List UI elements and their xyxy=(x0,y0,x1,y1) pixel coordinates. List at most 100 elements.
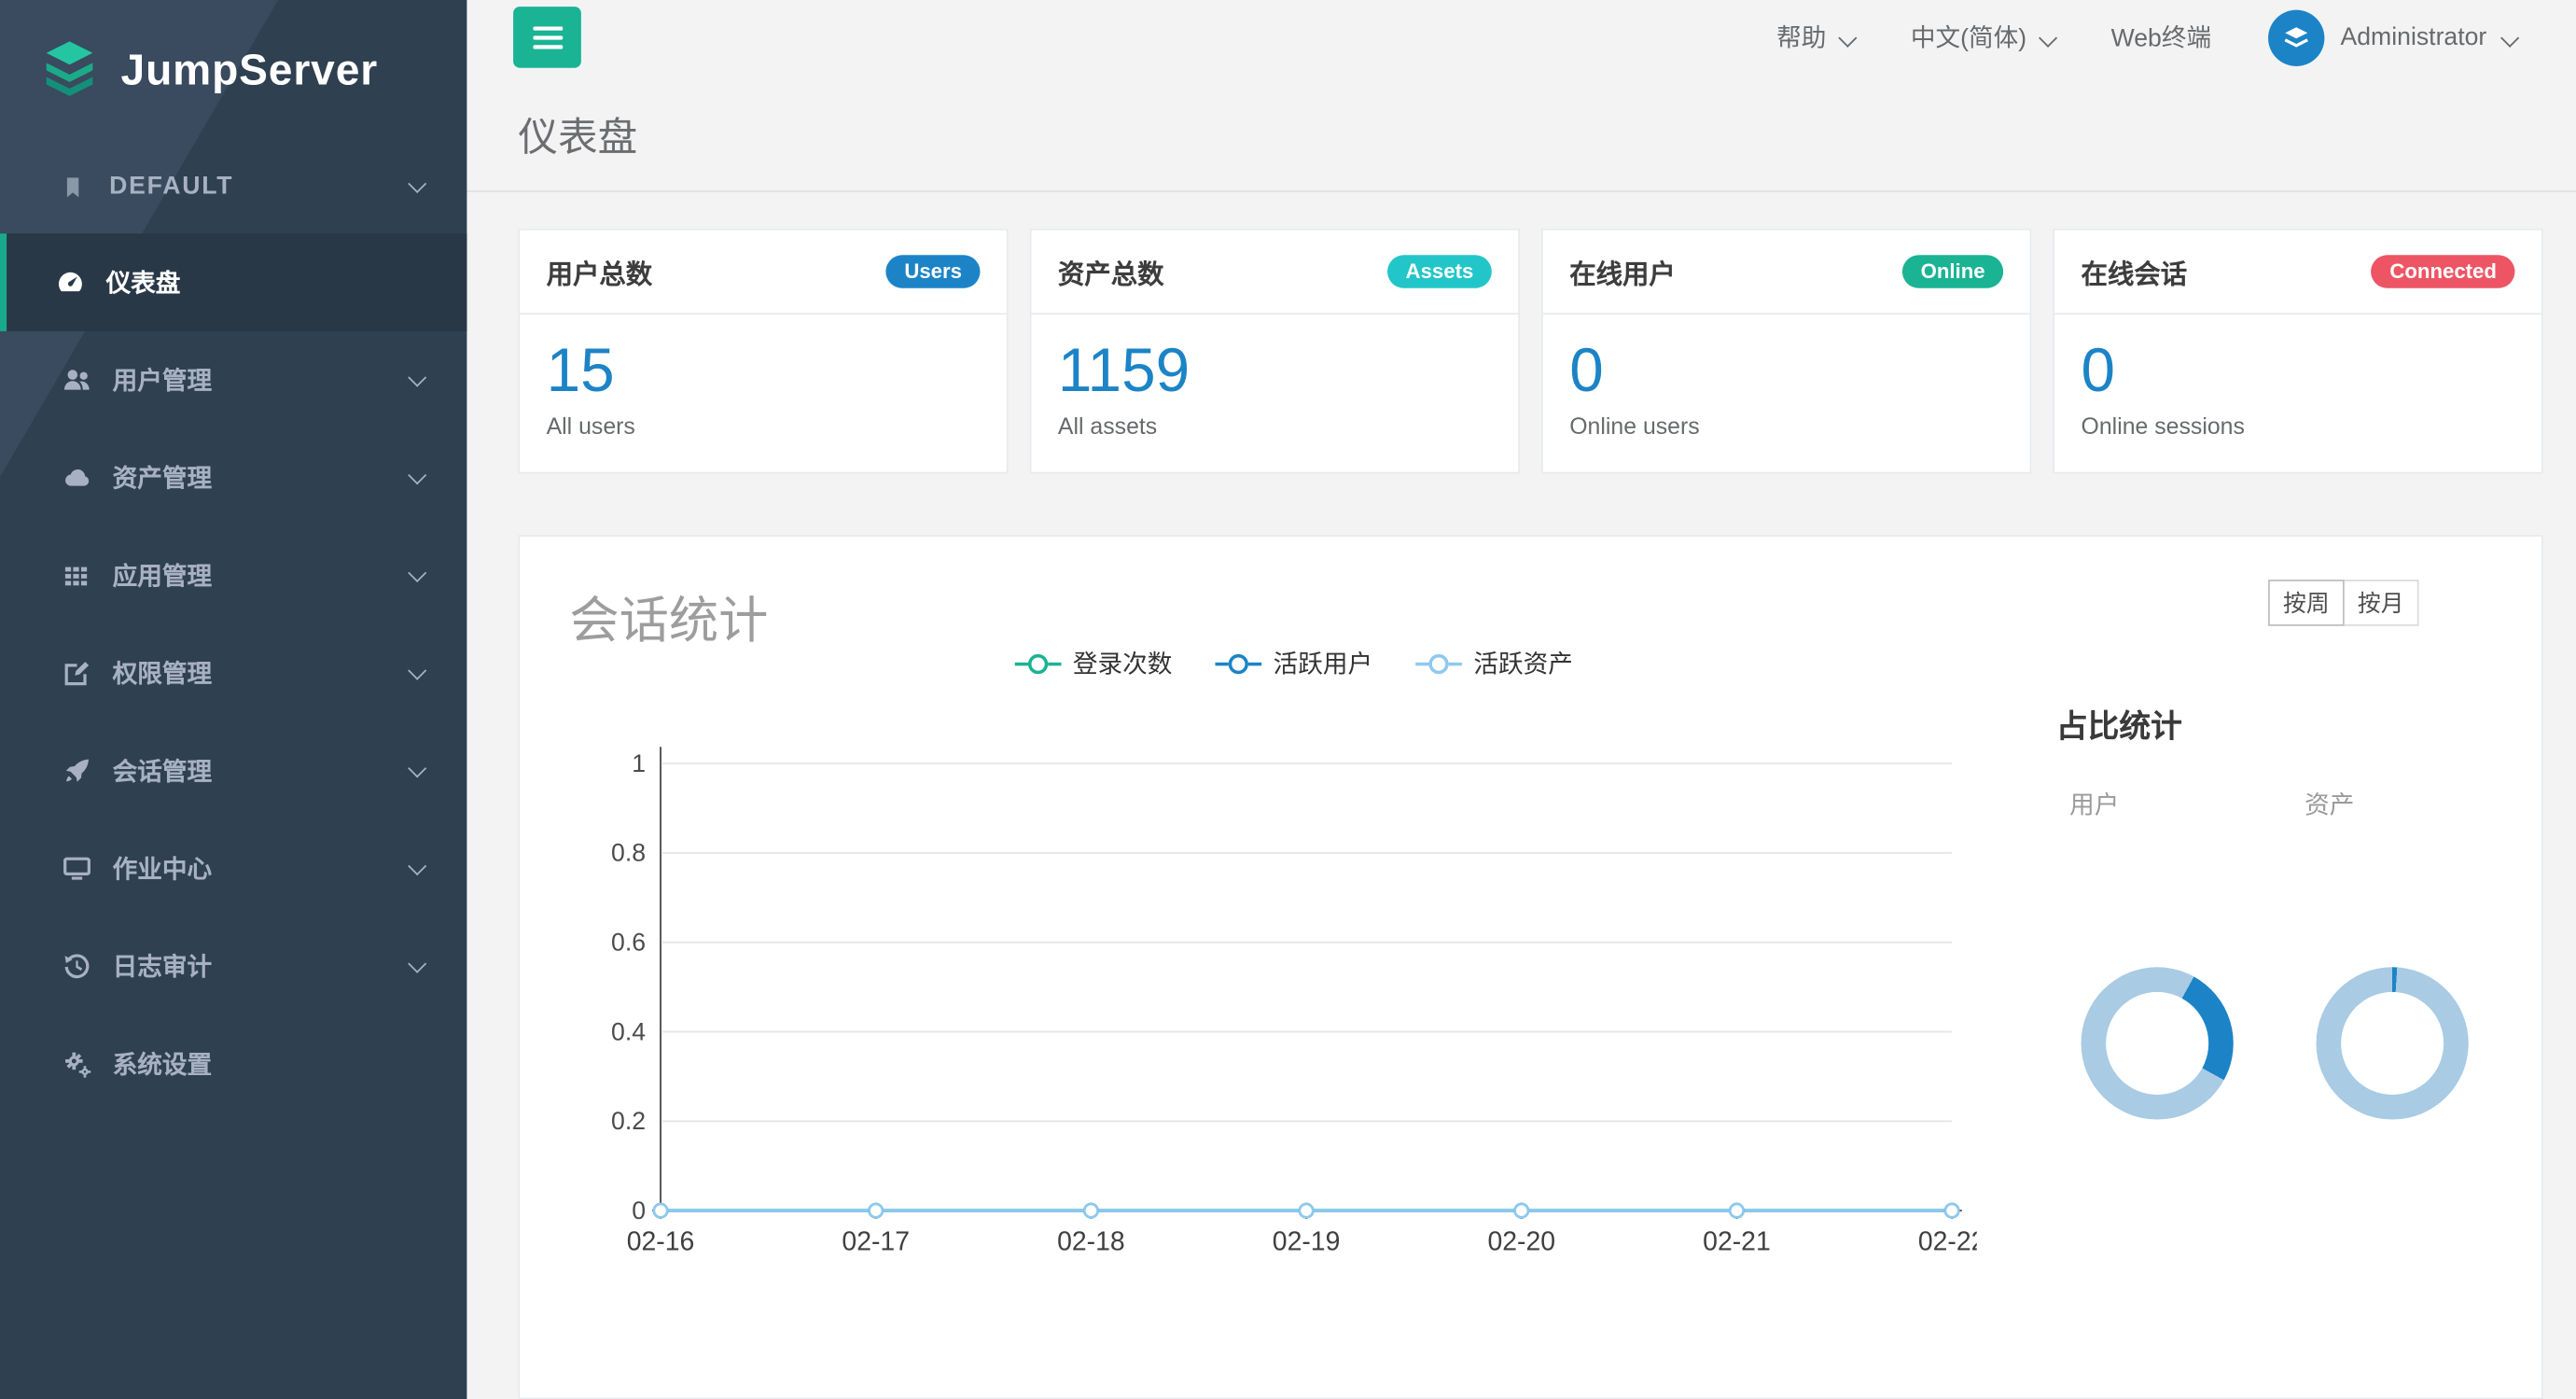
help-label: 帮助 xyxy=(1776,21,1826,55)
sidebar-item-label: 仪表盘 xyxy=(106,265,181,300)
stat-subtitle: Online users xyxy=(1569,413,2003,439)
stat-card-online-sessions[interactable]: 在线会话 Connected 0 Online sessions xyxy=(2053,229,2542,474)
svg-text:02-20: 02-20 xyxy=(1487,1227,1555,1257)
stat-subtitle: Online sessions xyxy=(2082,413,2515,439)
username-label: Administrator xyxy=(2341,24,2487,52)
session-line-chart: 00.20.40.60.8102-1602-1702-1802-1902-200… xyxy=(586,722,1977,1261)
bookmark-icon xyxy=(58,173,88,199)
legend-label: 活跃资产 xyxy=(1473,646,1572,680)
sidebar-item-applications[interactable]: 应用管理 xyxy=(0,526,466,624)
svg-text:0.2: 0.2 xyxy=(611,1107,646,1135)
cloud-icon xyxy=(62,464,91,492)
chevron-down-icon xyxy=(408,856,426,874)
sidebar-item-label: 会话管理 xyxy=(113,753,212,788)
org-selector[interactable]: DEFAULT xyxy=(0,139,466,233)
language-label: 中文(简体) xyxy=(1911,21,2026,55)
legend-item-active-users[interactable]: 活跃用户 xyxy=(1216,646,1373,680)
chevron-down-icon xyxy=(408,465,426,483)
stat-title: 资产总数 xyxy=(1058,252,1164,292)
help-menu[interactable]: 帮助 xyxy=(1776,21,1854,55)
sidebar-menu: 仪表盘 用户管理 xyxy=(0,233,466,1112)
legend-item-active-assets[interactable]: 活跃资产 xyxy=(1415,646,1573,680)
svg-text:02-22: 02-22 xyxy=(1918,1227,1977,1257)
sidebar-item-permissions[interactable]: 权限管理 xyxy=(0,624,466,722)
chevron-down-icon xyxy=(2500,29,2519,48)
ratio-col-users: 用户 xyxy=(2056,787,2291,1120)
stat-title: 用户总数 xyxy=(547,252,653,292)
legend-item-logins[interactable]: 登录次数 xyxy=(1015,646,1173,680)
sidebar-item-assets[interactable]: 资产管理 xyxy=(0,429,466,527)
user-menu[interactable]: Administrator xyxy=(2267,10,2516,66)
content: 用户总数 Users 15 All users 资产总数 Assets 1159 xyxy=(466,192,2576,1399)
svg-text:02-18: 02-18 xyxy=(1057,1227,1125,1257)
range-toggle: 按周 按月 xyxy=(2268,580,2418,626)
legend-label: 活跃用户 xyxy=(1274,646,1372,680)
stat-value: 0 xyxy=(1569,336,2003,406)
gears-icon xyxy=(62,1050,91,1078)
month-toggle-button[interactable]: 按月 xyxy=(2343,580,2419,626)
logo[interactable]: JumpServer xyxy=(0,0,466,139)
users-badge: Users xyxy=(886,255,981,288)
grid-icon xyxy=(62,562,91,588)
web-terminal-link[interactable]: Web终端 xyxy=(2111,21,2211,55)
week-toggle-button[interactable]: 按周 xyxy=(2268,580,2345,626)
org-label: DEFAULT xyxy=(109,173,233,201)
legend-line-icon xyxy=(1248,662,1261,665)
stat-subtitle: All assets xyxy=(1058,413,1492,439)
connected-badge: Connected xyxy=(2372,255,2515,288)
legend-line-icon xyxy=(1449,662,1462,665)
jumpserver-logo-icon xyxy=(36,40,103,100)
dashboard-icon xyxy=(55,268,85,296)
sidebar-item-label: 作业中心 xyxy=(113,851,212,886)
legend-circle-icon xyxy=(1229,653,1248,673)
logo-text: JumpServer xyxy=(121,44,379,95)
sidebar-item-label: 系统设置 xyxy=(113,1046,212,1081)
assets-donut-chart xyxy=(2317,967,2469,1119)
sidebar-item-label: 用户管理 xyxy=(113,363,212,398)
stat-value: 1159 xyxy=(1058,336,1492,406)
legend-line-icon xyxy=(1015,662,1028,665)
sidebar-item-job-center[interactable]: 作业中心 xyxy=(0,819,466,917)
online-badge: Online xyxy=(1902,255,2003,288)
sidebar-item-dashboard[interactable]: 仪表盘 xyxy=(0,233,466,331)
chevron-down-icon xyxy=(408,758,426,776)
topbar-right: 帮助 中文(简体) Web终端 xyxy=(1776,10,2516,66)
sidebar-toggle-button[interactable] xyxy=(513,7,581,69)
page-heading: 仪表盘 xyxy=(466,76,2576,191)
history-icon xyxy=(62,952,91,980)
stat-value: 0 xyxy=(2082,336,2515,406)
desktop-icon xyxy=(62,855,91,883)
sidebar-item-sessions[interactable]: 会话管理 xyxy=(0,722,466,820)
page-title: 仪表盘 xyxy=(518,105,637,162)
stat-card-assets[interactable]: 资产总数 Assets 1159 All assets xyxy=(1030,229,1520,474)
session-stats-panel: 会话统计 登录次数 活跃用户 xyxy=(518,535,2542,1399)
sidebar-item-settings[interactable]: 系统设置 xyxy=(0,1015,466,1113)
stat-subtitle: All users xyxy=(547,413,981,439)
ratio-col-assets: 资产 xyxy=(2291,787,2527,1120)
svg-text:02-17: 02-17 xyxy=(842,1227,910,1257)
edit-icon xyxy=(62,659,91,687)
legend-line-icon xyxy=(1415,662,1428,665)
sidebar-item-label: 资产管理 xyxy=(113,460,212,495)
chart-legend: 登录次数 活跃用户 活跃资产 xyxy=(1015,646,1573,680)
stat-card-online-users[interactable]: 在线用户 Online 0 Online users xyxy=(1541,229,2031,474)
users-donut-chart xyxy=(2082,967,2234,1119)
legend-circle-icon xyxy=(1428,653,1448,673)
app-window: JumpServer DEFAULT 仪表盘 xyxy=(0,0,2576,1399)
ratio-title: 占比统计 xyxy=(2056,702,2537,747)
svg-text:1: 1 xyxy=(632,749,646,777)
legend-label: 登录次数 xyxy=(1073,646,1172,680)
top-navbar: 帮助 中文(简体) Web终端 xyxy=(466,0,2576,76)
stats-row: 用户总数 Users 15 All users 资产总数 Assets 1159 xyxy=(518,229,2542,474)
sidebar-item-audit[interactable]: 日志审计 xyxy=(0,917,466,1015)
users-icon xyxy=(62,366,91,394)
sidebar-item-users[interactable]: 用户管理 xyxy=(0,331,466,429)
language-menu[interactable]: 中文(简体) xyxy=(1911,21,2054,55)
sidebar-item-label: 应用管理 xyxy=(113,558,212,593)
hamburger-icon xyxy=(533,26,563,49)
main-area: 帮助 中文(简体) Web终端 xyxy=(466,0,2576,1399)
chevron-down-icon xyxy=(2039,29,2057,48)
stat-card-users[interactable]: 用户总数 Users 15 All users xyxy=(518,229,1008,474)
chevron-down-icon xyxy=(408,174,426,192)
ratio-label-users: 用户 xyxy=(2069,787,2291,821)
